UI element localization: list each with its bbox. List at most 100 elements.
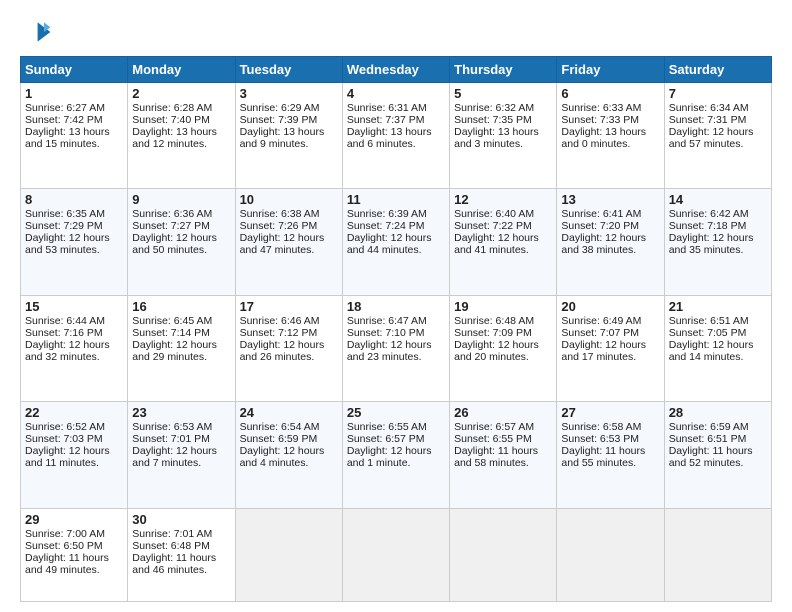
calendar-cell: [342, 508, 449, 601]
daylight: Daylight: 12 hours and 14 minutes.: [669, 339, 754, 363]
sunset: Sunset: 6:59 PM: [240, 433, 318, 445]
calendar-cell: 24 Sunrise: 6:54 AM Sunset: 6:59 PM Dayl…: [235, 402, 342, 508]
calendar-cell: 16 Sunrise: 6:45 AM Sunset: 7:14 PM Dayl…: [128, 295, 235, 401]
sunset: Sunset: 7:03 PM: [25, 433, 103, 445]
daylight: Daylight: 12 hours and 26 minutes.: [240, 339, 325, 363]
daylight: Daylight: 12 hours and 44 minutes.: [347, 232, 432, 256]
sunset: Sunset: 7:24 PM: [347, 220, 425, 232]
calendar-cell: 8 Sunrise: 6:35 AM Sunset: 7:29 PM Dayli…: [21, 189, 128, 295]
header: [20, 16, 772, 48]
calendar-cell: 21 Sunrise: 6:51 AM Sunset: 7:05 PM Dayl…: [664, 295, 771, 401]
day-number: 17: [240, 299, 338, 314]
day-number: 28: [669, 405, 767, 420]
daylight: Daylight: 12 hours and 29 minutes.: [132, 339, 217, 363]
day-number: 19: [454, 299, 552, 314]
sunset: Sunset: 7:01 PM: [132, 433, 210, 445]
sunrise: Sunrise: 7:01 AM: [132, 528, 212, 540]
sunrise: Sunrise: 6:46 AM: [240, 315, 320, 327]
day-number: 2: [132, 86, 230, 101]
calendar-cell: 14 Sunrise: 6:42 AM Sunset: 7:18 PM Dayl…: [664, 189, 771, 295]
sunset: Sunset: 7:37 PM: [347, 114, 425, 126]
sunrise: Sunrise: 6:29 AM: [240, 102, 320, 114]
col-header-thursday: Thursday: [450, 57, 557, 83]
sunset: Sunset: 7:42 PM: [25, 114, 103, 126]
day-number: 18: [347, 299, 445, 314]
sunset: Sunset: 6:50 PM: [25, 540, 103, 552]
sunset: Sunset: 7:39 PM: [240, 114, 318, 126]
sunset: Sunset: 7:14 PM: [132, 327, 210, 339]
day-number: 4: [347, 86, 445, 101]
day-number: 27: [561, 405, 659, 420]
sunset: Sunset: 7:31 PM: [669, 114, 747, 126]
page: SundayMondayTuesdayWednesdayThursdayFrid…: [0, 0, 792, 612]
day-number: 29: [25, 512, 123, 527]
day-number: 9: [132, 192, 230, 207]
calendar-cell: 20 Sunrise: 6:49 AM Sunset: 7:07 PM Dayl…: [557, 295, 664, 401]
day-number: 30: [132, 512, 230, 527]
col-header-wednesday: Wednesday: [342, 57, 449, 83]
daylight: Daylight: 12 hours and 4 minutes.: [240, 445, 325, 469]
daylight: Daylight: 11 hours and 46 minutes.: [132, 552, 216, 576]
calendar-cell: 17 Sunrise: 6:46 AM Sunset: 7:12 PM Dayl…: [235, 295, 342, 401]
daylight: Daylight: 12 hours and 57 minutes.: [669, 126, 754, 150]
sunset: Sunset: 7:40 PM: [132, 114, 210, 126]
col-header-tuesday: Tuesday: [235, 57, 342, 83]
col-header-sunday: Sunday: [21, 57, 128, 83]
sunset: Sunset: 7:26 PM: [240, 220, 318, 232]
calendar-cell: 27 Sunrise: 6:58 AM Sunset: 6:53 PM Dayl…: [557, 402, 664, 508]
sunrise: Sunrise: 6:49 AM: [561, 315, 641, 327]
calendar-cell: 19 Sunrise: 6:48 AM Sunset: 7:09 PM Dayl…: [450, 295, 557, 401]
day-number: 5: [454, 86, 552, 101]
calendar-cell: 10 Sunrise: 6:38 AM Sunset: 7:26 PM Dayl…: [235, 189, 342, 295]
sunset: Sunset: 7:27 PM: [132, 220, 210, 232]
day-number: 21: [669, 299, 767, 314]
daylight: Daylight: 12 hours and 7 minutes.: [132, 445, 217, 469]
daylight: Daylight: 13 hours and 12 minutes.: [132, 126, 217, 150]
daylight: Daylight: 11 hours and 52 minutes.: [669, 445, 753, 469]
sunrise: Sunrise: 6:35 AM: [25, 208, 105, 220]
calendar-cell: 13 Sunrise: 6:41 AM Sunset: 7:20 PM Dayl…: [557, 189, 664, 295]
sunrise: Sunrise: 6:48 AM: [454, 315, 534, 327]
sunset: Sunset: 7:16 PM: [25, 327, 103, 339]
sunset: Sunset: 7:05 PM: [669, 327, 747, 339]
sunrise: Sunrise: 6:53 AM: [132, 421, 212, 433]
sunrise: Sunrise: 6:57 AM: [454, 421, 534, 433]
logo: [20, 16, 56, 48]
calendar-cell: 5 Sunrise: 6:32 AM Sunset: 7:35 PM Dayli…: [450, 83, 557, 189]
calendar-cell: 28 Sunrise: 6:59 AM Sunset: 6:51 PM Dayl…: [664, 402, 771, 508]
sunset: Sunset: 7:10 PM: [347, 327, 425, 339]
sunrise: Sunrise: 6:32 AM: [454, 102, 534, 114]
sunrise: Sunrise: 6:58 AM: [561, 421, 641, 433]
day-number: 12: [454, 192, 552, 207]
sunrise: Sunrise: 6:31 AM: [347, 102, 427, 114]
calendar-cell: [450, 508, 557, 601]
calendar-cell: 25 Sunrise: 6:55 AM Sunset: 6:57 PM Dayl…: [342, 402, 449, 508]
calendar-cell: 11 Sunrise: 6:39 AM Sunset: 7:24 PM Dayl…: [342, 189, 449, 295]
col-header-friday: Friday: [557, 57, 664, 83]
calendar-cell: 2 Sunrise: 6:28 AM Sunset: 7:40 PM Dayli…: [128, 83, 235, 189]
logo-icon: [20, 16, 52, 48]
sunset: Sunset: 7:33 PM: [561, 114, 639, 126]
sunrise: Sunrise: 7:00 AM: [25, 528, 105, 540]
daylight: Daylight: 11 hours and 55 minutes.: [561, 445, 645, 469]
daylight: Daylight: 11 hours and 58 minutes.: [454, 445, 538, 469]
daylight: Daylight: 12 hours and 17 minutes.: [561, 339, 646, 363]
sunset: Sunset: 6:51 PM: [669, 433, 747, 445]
sunrise: Sunrise: 6:40 AM: [454, 208, 534, 220]
sunrise: Sunrise: 6:27 AM: [25, 102, 105, 114]
day-number: 16: [132, 299, 230, 314]
sunrise: Sunrise: 6:38 AM: [240, 208, 320, 220]
sunrise: Sunrise: 6:51 AM: [669, 315, 749, 327]
sunrise: Sunrise: 6:36 AM: [132, 208, 212, 220]
sunset: Sunset: 7:29 PM: [25, 220, 103, 232]
daylight: Daylight: 13 hours and 3 minutes.: [454, 126, 539, 150]
sunrise: Sunrise: 6:55 AM: [347, 421, 427, 433]
day-number: 1: [25, 86, 123, 101]
sunset: Sunset: 7:18 PM: [669, 220, 747, 232]
daylight: Daylight: 13 hours and 6 minutes.: [347, 126, 432, 150]
sunset: Sunset: 7:22 PM: [454, 220, 532, 232]
col-header-monday: Monday: [128, 57, 235, 83]
calendar-cell: 9 Sunrise: 6:36 AM Sunset: 7:27 PM Dayli…: [128, 189, 235, 295]
day-number: 14: [669, 192, 767, 207]
daylight: Daylight: 13 hours and 9 minutes.: [240, 126, 325, 150]
